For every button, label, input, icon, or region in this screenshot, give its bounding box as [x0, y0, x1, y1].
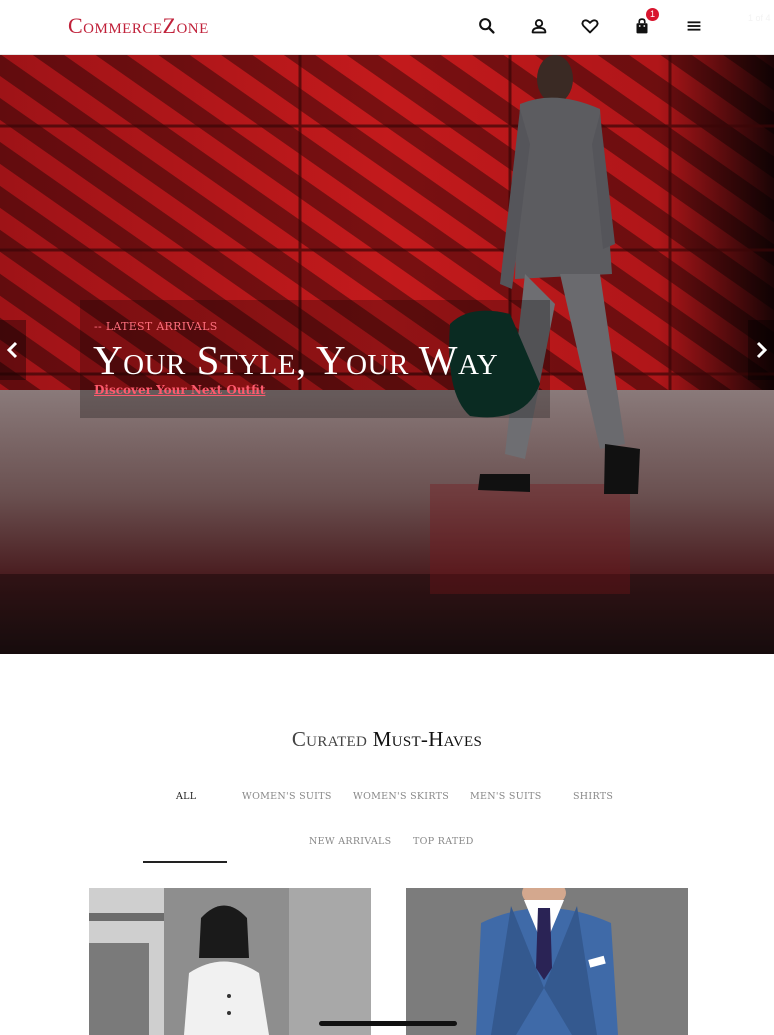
- section-title: Curated Must-Haves: [0, 727, 774, 752]
- tab-womens-skirts[interactable]: WOMEN'S SKIRTS: [353, 791, 449, 802]
- tab-new-arrivals[interactable]: NEW ARRIVALS: [309, 836, 391, 847]
- cart-count-badge: 1: [646, 8, 659, 21]
- hero-title: Your Style, Your Way: [93, 337, 499, 383]
- product-image: [89, 888, 371, 1035]
- active-tab-indicator: [143, 861, 227, 863]
- product-card[interactable]: [89, 888, 371, 1035]
- product-image: [406, 888, 688, 1035]
- tab-shirts[interactable]: SHIRTS: [573, 791, 613, 802]
- tab-all[interactable]: ALL: [176, 791, 196, 802]
- tab-mens-suits[interactable]: MEN'S SUITS: [470, 791, 542, 802]
- tab-womens-suits[interactable]: WOMEN'S SUITS: [242, 791, 332, 802]
- hero-cta-link[interactable]: Discover Your Next Outfit: [94, 383, 265, 397]
- section-title-light: Curated: [291, 727, 368, 751]
- search-icon[interactable]: [476, 15, 498, 37]
- carousel-prev-button[interactable]: [0, 320, 26, 380]
- user-icon[interactable]: [528, 15, 550, 37]
- carousel-next-button[interactable]: [748, 320, 774, 380]
- site-header: CommerceZone 1 1 of 4: [0, 0, 774, 55]
- hero-banner: -- LATEST ARRIVALS Your Style, Your Way …: [0, 54, 774, 654]
- menu-icon[interactable]: [683, 15, 705, 37]
- chevron-left-icon: [6, 341, 18, 359]
- tab-top-rated[interactable]: TOP RATED: [413, 836, 474, 847]
- product-card[interactable]: [406, 888, 688, 1035]
- hero-eyebrow: -- LATEST ARRIVALS: [94, 320, 218, 333]
- home-indicator: [319, 1021, 457, 1026]
- heart-icon[interactable]: [579, 15, 601, 37]
- section-title-dark: Must-Haves: [372, 727, 483, 751]
- slide-counter: 1 of 4: [748, 13, 771, 23]
- chevron-right-icon: [756, 341, 768, 359]
- site-logo[interactable]: CommerceZone: [68, 13, 209, 39]
